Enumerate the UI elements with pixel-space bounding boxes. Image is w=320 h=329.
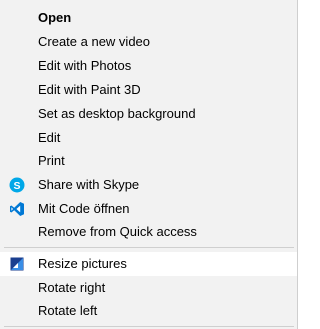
menu-item-label: Print bbox=[38, 153, 65, 168]
menu-item-rotate-right[interactable]: Rotate right bbox=[0, 276, 297, 300]
menu-item-label: Edit with Photos bbox=[38, 58, 132, 73]
menu-item-remove-from-quick-access[interactable]: Remove from Quick access bbox=[0, 220, 297, 244]
menu-item-label: Rotate right bbox=[38, 280, 106, 295]
menu-item-rotate-left[interactable]: Rotate left bbox=[0, 299, 297, 323]
menu-item-edit[interactable]: Edit bbox=[0, 126, 297, 150]
menu-item-label: Share with Skype bbox=[38, 177, 140, 192]
menu-item-label: Mit Code öffnen bbox=[38, 201, 130, 216]
vscode-icon bbox=[9, 201, 25, 217]
menu-item-open[interactable]: Open bbox=[0, 6, 297, 30]
menu-item-label: Resize pictures bbox=[38, 256, 127, 271]
menu-item-label: Create a new video bbox=[38, 34, 151, 49]
menu-item-edit-with-paint-3d[interactable]: Edit with Paint 3D bbox=[0, 78, 297, 102]
menu-item-label: Set as desktop background bbox=[38, 106, 196, 121]
menu-separator bbox=[4, 326, 294, 327]
menu-separator bbox=[4, 247, 294, 248]
menu-item-label: Remove from Quick access bbox=[38, 224, 197, 239]
menu-item-print[interactable]: Print bbox=[0, 149, 297, 173]
menu-item-label: Edit bbox=[38, 130, 61, 145]
svg-text:S: S bbox=[13, 180, 20, 192]
menu-item-set-as-desktop-background[interactable]: Set as desktop background bbox=[0, 102, 297, 126]
context-menu: … Open Create a new video Edit with Phot… bbox=[0, 0, 298, 329]
menu-item-label: Open bbox=[38, 10, 72, 25]
menu-item-create-a-new-video[interactable]: Create a new video bbox=[0, 30, 297, 54]
menu-item-edit-with-photos[interactable]: Edit with Photos bbox=[0, 54, 297, 78]
skype-icon: S bbox=[9, 177, 25, 193]
menu-item-resize-pictures[interactable]: Resize pictures bbox=[0, 252, 297, 276]
resize-pictures-icon bbox=[9, 256, 25, 272]
menu-item-label: Edit with Paint 3D bbox=[38, 82, 141, 97]
menu-item-share-with-skype[interactable]: S Share with Skype bbox=[0, 173, 297, 197]
menu-item-mit-code-offnen[interactable]: Mit Code öffnen bbox=[0, 197, 297, 221]
menu-item-label: Rotate left bbox=[38, 303, 98, 318]
